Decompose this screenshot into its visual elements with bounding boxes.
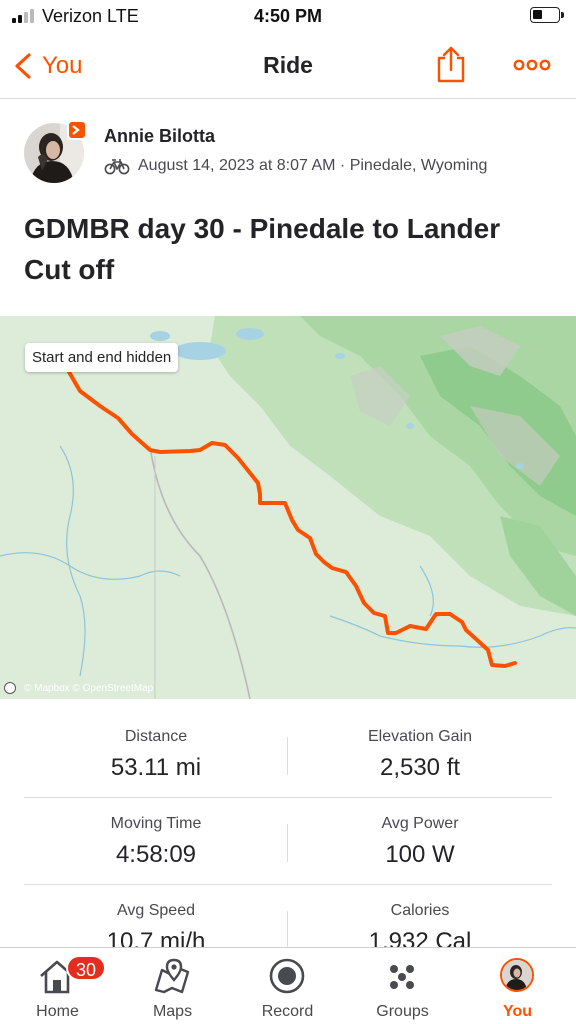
stat-value: 2,530 ft (379, 754, 461, 781)
athlete-header: Annie Bilotta August 14, 2023 at 8:07 AM… (0, 99, 576, 199)
back-button[interactable]: You (12, 48, 83, 84)
tab-you[interactable]: You (460, 948, 575, 1024)
tab-label: Record (261, 1003, 314, 1020)
stat-value: 4:58:09 (115, 841, 197, 868)
tab-label: You (502, 1003, 533, 1020)
tab-home[interactable]: 30 Home (0, 948, 115, 1024)
map-attribution[interactable]: © Mapbox © OpenStreetMap (4, 682, 153, 694)
tab-maps[interactable]: Maps (115, 948, 230, 1024)
stat-label: Elevation Gain (367, 728, 473, 745)
map-terrain (0, 316, 576, 699)
mapbox-logo-icon (4, 682, 16, 694)
status-bar: Verizon LTE 4:50 PM (0, 0, 576, 34)
stat-moving-time: Moving Time 4:58:09 (24, 798, 288, 885)
stat-label: Avg Speed (117, 902, 195, 919)
notification-badge: 30 (66, 955, 106, 981)
athlete-name[interactable]: Annie Bilotta (104, 126, 215, 147)
stat-label: Moving Time (110, 815, 202, 832)
stat-row: Distance 53.11 mi Elevation Gain 2,530 f… (24, 711, 552, 798)
attribution-text: © Mapbox © OpenStreetMap (24, 682, 154, 694)
privacy-zone-tag: Start and end hidden (25, 343, 179, 372)
activity-title: GDMBR day 30 - Pinedale to Lander Cut of… (24, 213, 501, 285)
stat-label: Calories (390, 902, 450, 919)
tab-label: Home (36, 1003, 79, 1020)
battery-icon (530, 7, 564, 23)
activity-date-location: August 14, 2023 at 8:07 AM · Pinedale, W… (138, 157, 488, 174)
nav-bar: You Ride (0, 34, 576, 99)
tab-label: Groups (376, 1003, 429, 1020)
activity-meta: August 14, 2023 at 8:07 AM · Pinedale, W… (104, 157, 487, 175)
tab-groups[interactable]: Groups (345, 948, 460, 1024)
stat-label: Distance (124, 728, 188, 745)
page-title: Ride (263, 52, 313, 78)
record-icon (269, 958, 305, 994)
avatar (500, 958, 534, 992)
tab-label: Maps (152, 1003, 193, 1020)
tab-record[interactable]: Record (230, 948, 345, 1024)
stat-avg-power: Avg Power 100 W (288, 798, 552, 885)
chevron-left-icon (15, 53, 31, 79)
activity-stats: Distance 53.11 mi Elevation Gain 2,530 f… (24, 711, 552, 972)
stat-elevation-gain: Elevation Gain 2,530 ft (288, 711, 552, 798)
subscriber-badge-icon (67, 120, 87, 140)
stat-distance: Distance 53.11 mi (24, 711, 288, 798)
tab-bar: 30 Home Maps Record Groups You (0, 947, 576, 1024)
stat-row: Moving Time 4:58:09 Avg Power 100 W (24, 798, 552, 885)
stat-value: 53.11 mi (110, 754, 202, 781)
maps-icon (154, 958, 190, 994)
status-clock: 4:50 PM (253, 6, 323, 26)
more-dots-icon[interactable] (512, 52, 552, 78)
groups-icon (390, 965, 414, 989)
share-icon[interactable] (436, 44, 466, 84)
stat-value: 100 W (385, 841, 455, 868)
bike-icon (104, 159, 130, 175)
route-map[interactable]: Start and end hidden © Mapbox © OpenStre… (0, 316, 576, 699)
stat-label: Avg Power (381, 815, 459, 832)
back-label: You (42, 52, 83, 79)
